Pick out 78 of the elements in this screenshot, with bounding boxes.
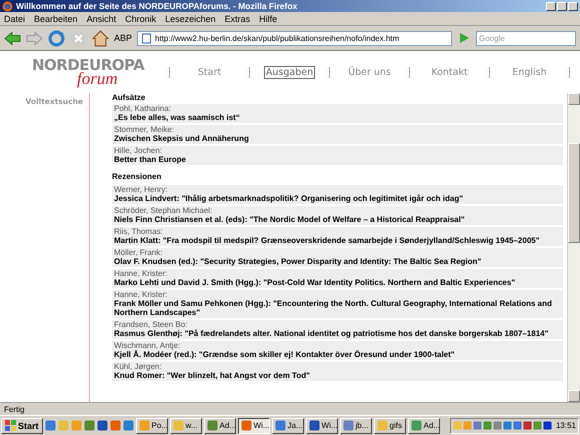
taskbar-button[interactable]: w... (170, 418, 202, 434)
clock-text: 13:51 (554, 421, 576, 430)
taskbar-button[interactable]: Wi... (238, 418, 270, 434)
stop-icon[interactable] (70, 30, 87, 46)
forward-arrow-icon[interactable] (26, 30, 43, 46)
entry-author: Kühl, Jørgen: (114, 362, 163, 371)
entry-author: Pohl, Katharina: (114, 104, 172, 113)
reload-icon[interactable] (48, 30, 65, 46)
app-icon (274, 420, 286, 431)
entry-title[interactable]: Jessica Lindvert: "Ihålig arbetsmarknadspolitik? Organisering och legitimitet igår och idag" (114, 194, 561, 203)
entry-title[interactable]: Martin Klatt: "Fra modspil til medspil? Grænseoverskridende samarbejde i Sønderjylland/Schleswig 1945–2005" (114, 236, 561, 245)
entry-author: Schröder, Stephan Michael: (114, 206, 214, 215)
home-icon[interactable] (92, 30, 109, 46)
entry-author: Hanne, Krister: (114, 290, 168, 299)
app-icon (342, 420, 354, 431)
entry-author: Wischmann, Antje: (114, 341, 182, 350)
entry-title[interactable]: „Es lebe alles, was saamisch ist“ (114, 113, 561, 122)
back-arrow-icon[interactable] (4, 30, 21, 46)
entry-title[interactable]: Knud Romer: "Wer blinzelt, hat Angst vor dem Tod" (114, 371, 561, 380)
entry-title[interactable]: Frank Möller und Samu Pehkonen (Hgg.): "Encountering the North. Cultural Geography, International Relations and Northern Landscapes" (114, 299, 561, 317)
globe-icon (2, 0, 13, 12)
taskbar-button[interactable]: Ja... (272, 418, 304, 434)
entry-title[interactable]: Niels Finn Christiansen et al. (eds): "The Nordic Model of Welfare – a Historical Reappraisal" (114, 215, 561, 224)
app-icon (308, 420, 320, 431)
scrollbar[interactable] (567, 93, 580, 402)
entry-author: Frandsen, Steen Bo: (114, 320, 188, 329)
entry-title[interactable]: Rasmus Glenthøj: "På fædrelandets alter. National identitet og patriotisme hos det danske borgerskab 1807–1814" (114, 329, 561, 338)
entry-title[interactable]: Olav F. Knudsen (ed.): "Security Strategies, Power Disparity and Identity: The Baltic Sea Region" (114, 257, 561, 266)
app-icon[interactable] (84, 420, 95, 431)
logo-text: NORDEUROPA (32, 58, 146, 72)
adblock-button[interactable]: ABP (114, 33, 132, 43)
entry-author: Stommer, Meike: (114, 125, 176, 134)
app-icon (138, 420, 150, 431)
start-button[interactable]: Start (1, 418, 43, 434)
app-icon (240, 420, 252, 431)
menu-item[interactable]: Ansicht (86, 14, 116, 24)
nav-link[interactable]: Start (196, 66, 224, 78)
window-title: Willkommen auf der Seite des NORDEUROPAforums. - Mozilla Firefox (16, 1, 298, 11)
taskbar-button[interactable]: Wi... (306, 418, 338, 434)
section-heading: Rezensionen (112, 171, 162, 183)
address-field[interactable]: http://www2.hu-berlin.de/skan/publ/publikationsreihen/nofo/index.htm (137, 30, 452, 46)
app-icon[interactable] (44, 420, 56, 431)
taskbar-button[interactable]: gifs (374, 418, 406, 434)
nav-link[interactable]: Über uns (346, 66, 393, 78)
minimize-button[interactable] (546, 2, 556, 10)
menu-item[interactable]: Chronik (125, 14, 156, 24)
entry-author: Werner, Henry: (114, 185, 169, 194)
menu-item[interactable]: Lesezeichen (165, 14, 216, 24)
page-icon (141, 32, 152, 44)
entry-title[interactable]: Better than Europe (114, 155, 561, 164)
entry-title[interactable]: Marko Lehti und David J. Smith (Hgg.): "Post-Cold War Identity Politics. Northern and Baltic Experiences" (114, 278, 561, 287)
maximize-button[interactable] (557, 2, 567, 10)
entry-author: Hanne, Krister: (114, 269, 168, 278)
app-icon (410, 420, 422, 431)
nav-link[interactable]: English (510, 66, 549, 78)
app-icon (206, 420, 218, 431)
menu-item[interactable]: Bearbeiten (34, 14, 78, 24)
app-icon[interactable] (110, 420, 121, 431)
nav-link[interactable]: Ausgaben (264, 66, 316, 78)
entry-author: Möller, Frank: (114, 248, 164, 257)
entry-title[interactable]: Kjell Å. Modéer (red.): "Grændse som skiller ej! Kontakter över Öresund under 1900-talet" (114, 350, 561, 359)
menu-item[interactable]: Datei (4, 14, 26, 24)
go-arrow-icon[interactable] (457, 31, 471, 45)
taskbar-button[interactable]: jb... (340, 418, 372, 434)
menu-item[interactable]: Extras (224, 14, 250, 24)
nav-link[interactable]: Kontakt (429, 66, 470, 78)
menu-item[interactable]: Hilfe (259, 14, 278, 24)
close-button[interactable] (568, 2, 578, 10)
app-icon[interactable] (122, 420, 134, 431)
app-icon (172, 420, 184, 431)
windows-flag-icon (5, 420, 16, 431)
section-heading: Aufsätze (112, 93, 146, 104)
entry-author: Riis, Thomas: (114, 227, 164, 236)
entry-author: Hille, Jochen: (114, 146, 164, 155)
app-icon[interactable] (96, 420, 108, 431)
entry-title[interactable]: Zwischen Skepsis und Annäherung (114, 134, 561, 143)
app-icon (376, 420, 388, 431)
logo-subtitle: forum (77, 70, 118, 86)
